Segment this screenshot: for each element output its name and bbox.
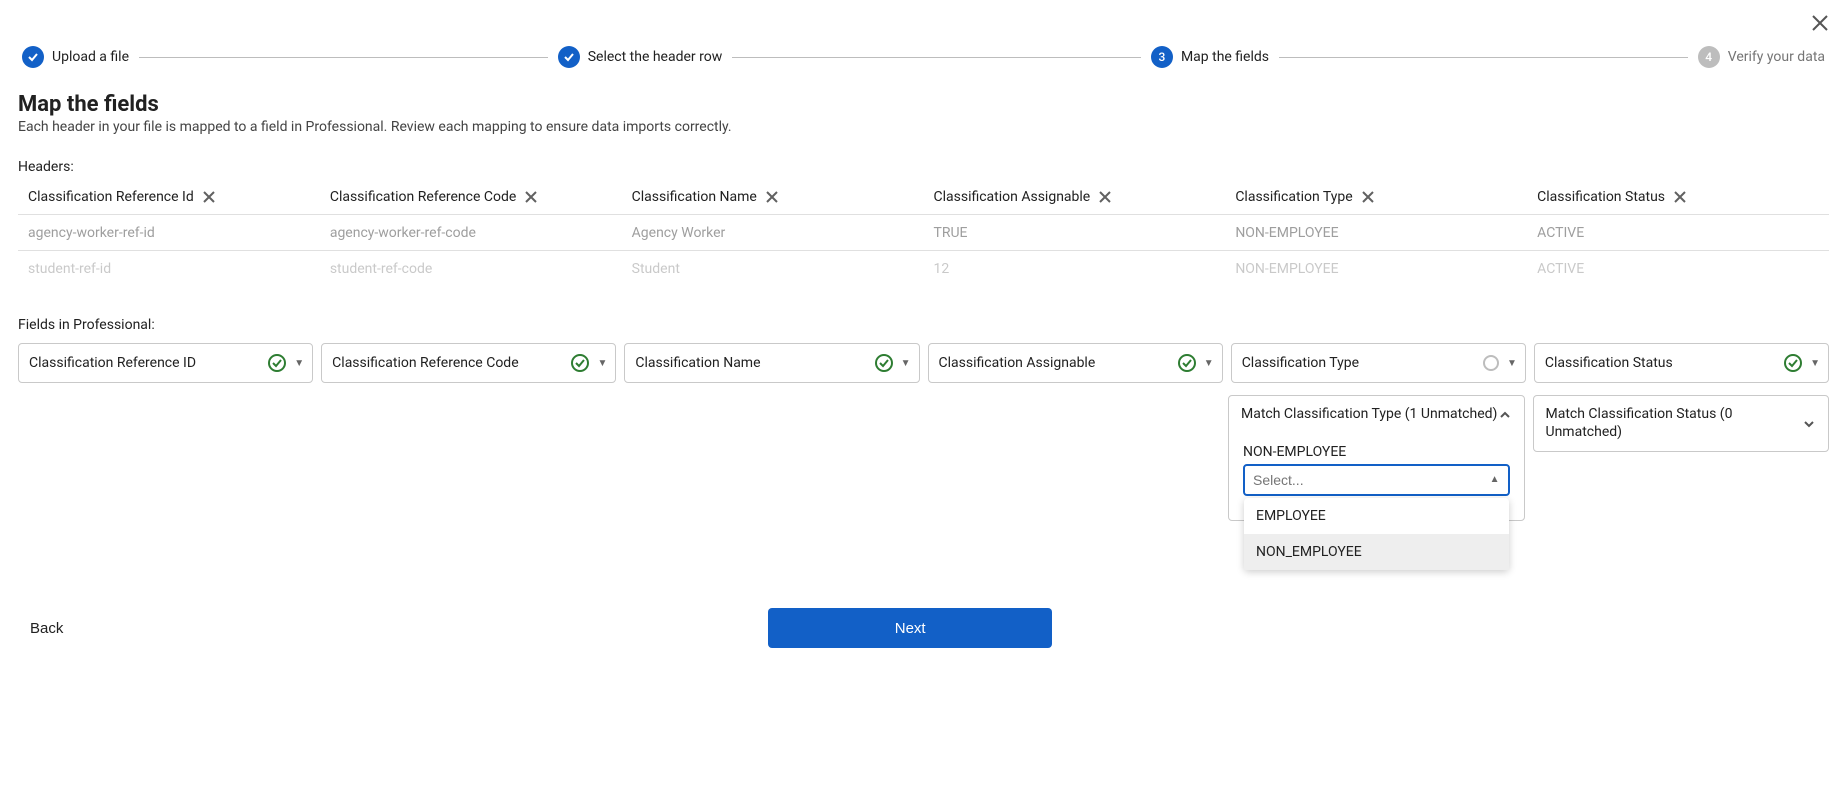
step-number: 4: [1698, 46, 1720, 68]
headers-label: Headers:: [0, 149, 1847, 179]
step-number: 3: [1151, 46, 1173, 68]
chevron-down-icon: [1802, 417, 1816, 431]
field-select-type[interactable]: Classification Type ▼: [1231, 343, 1526, 383]
field-label: Classification Reference Code: [332, 355, 571, 371]
match-status-toggle[interactable]: Match Classification Status (0 Unmatched…: [1534, 396, 1829, 451]
field-select-ref-id[interactable]: Classification Reference ID ▼: [18, 343, 313, 383]
page-heading: Map the fields Each header in your file …: [0, 86, 1847, 149]
cell: student-ref-code: [320, 253, 622, 285]
match-type-header: Match Classification Type (1 Unmatched): [1241, 406, 1498, 424]
field-label: Classification Type: [1242, 355, 1483, 371]
match-status-panel: Match Classification Status (0 Unmatched…: [1533, 395, 1830, 452]
cell: TRUE: [923, 217, 1225, 249]
match-type-body: NON-EMPLOYEE ▲ EMPLOYEE NON_EMPLOYEE: [1229, 434, 1524, 520]
match-status-header: Match Classification Status (0 Unmatched…: [1546, 406, 1803, 441]
chevron-up-icon: [1498, 408, 1512, 422]
step-verify: 4 Verify your data: [1698, 46, 1825, 68]
headers-row-head: Classification Reference Id Classificati…: [18, 179, 1829, 215]
remove-column-icon[interactable]: [765, 190, 779, 204]
back-button[interactable]: Back: [30, 620, 63, 637]
status-ok-icon: [268, 354, 286, 372]
match-type-dropdown: EMPLOYEE NON_EMPLOYEE: [1244, 498, 1509, 570]
col-header: Classification Type: [1225, 181, 1527, 213]
field-label: Classification Assignable: [939, 355, 1178, 371]
chevron-down-icon: ▼: [1810, 358, 1820, 369]
status-pending-icon: [1483, 355, 1499, 371]
step-label: Map the fields: [1181, 49, 1269, 65]
cell: NON-EMPLOYEE: [1225, 253, 1527, 285]
chevron-down-icon: ▼: [597, 358, 607, 369]
match-type-toggle[interactable]: Match Classification Type (1 Unmatched): [1229, 396, 1524, 434]
chevron-down-icon: ▼: [1507, 358, 1517, 369]
headers-table: Classification Reference Id Classificati…: [0, 179, 1847, 287]
cell: agency-worker-ref-code: [320, 217, 622, 249]
match-panels-row: Match Classification Type (1 Unmatched) …: [0, 389, 1847, 527]
step-header-row: Select the header row: [558, 46, 723, 68]
field-select-name[interactable]: Classification Name ▼: [624, 343, 919, 383]
step-label: Select the header row: [588, 49, 723, 65]
cell: ACTIVE: [1527, 217, 1829, 249]
cell: 12: [923, 253, 1225, 285]
cell: ACTIVE: [1527, 253, 1829, 285]
field-select-status[interactable]: Classification Status ▼: [1534, 343, 1829, 383]
status-ok-icon: [1784, 354, 1802, 372]
remove-column-icon[interactable]: [1673, 190, 1687, 204]
col-header: Classification Name: [622, 181, 924, 213]
page-subtitle: Each header in your file is mapped to a …: [18, 119, 1829, 135]
table-row: student-ref-id student-ref-code Student …: [18, 251, 1829, 287]
step-label: Upload a file: [52, 49, 129, 65]
remove-column-icon[interactable]: [1098, 190, 1112, 204]
field-label: Classification Name: [635, 355, 874, 371]
match-type-panel: Match Classification Type (1 Unmatched) …: [1228, 395, 1525, 521]
col-header: Classification Reference Id: [18, 181, 320, 213]
stepper: Upload a file Select the header row 3 Ma…: [0, 0, 1847, 86]
step-label: Verify your data: [1728, 49, 1825, 65]
dropdown-option-employee[interactable]: EMPLOYEE: [1244, 498, 1509, 534]
col-header: Classification Assignable: [923, 181, 1225, 213]
remove-column-icon[interactable]: [1361, 190, 1375, 204]
field-label: Classification Reference ID: [29, 355, 268, 371]
chevron-down-icon: ▼: [1204, 358, 1214, 369]
step-divider: [139, 57, 548, 58]
match-type-select[interactable]: ▲ EMPLOYEE NON_EMPLOYEE: [1243, 464, 1510, 496]
page-title: Map the fields: [18, 92, 1829, 117]
fields-label: Fields in Professional:: [0, 287, 1847, 337]
footer: Back Next: [0, 608, 1847, 648]
check-icon: [22, 46, 44, 68]
chevron-down-icon: ▼: [901, 358, 911, 369]
chevron-down-icon: ▼: [294, 358, 304, 369]
col-header: Classification Status: [1527, 181, 1829, 213]
step-map-fields: 3 Map the fields: [1151, 46, 1269, 68]
cell: NON-EMPLOYEE: [1225, 217, 1527, 249]
remove-column-icon[interactable]: [202, 190, 216, 204]
caret-up-icon: ▲: [1490, 474, 1500, 485]
match-type-input[interactable]: [1253, 472, 1490, 488]
cell: agency-worker-ref-id: [18, 217, 320, 249]
dropdown-option-non-employee[interactable]: NON_EMPLOYEE: [1244, 534, 1509, 570]
cell: Agency Worker: [622, 217, 924, 249]
cell: Student: [622, 253, 924, 285]
step-divider: [1279, 57, 1688, 58]
table-row: agency-worker-ref-id agency-worker-ref-c…: [18, 215, 1829, 251]
remove-column-icon[interactable]: [524, 190, 538, 204]
status-ok-icon: [875, 354, 893, 372]
cell: student-ref-id: [18, 253, 320, 285]
match-value-label: NON-EMPLOYEE: [1243, 444, 1510, 460]
field-select-ref-code[interactable]: Classification Reference Code ▼: [321, 343, 616, 383]
close-button[interactable]: [1811, 14, 1829, 32]
fields-row: Classification Reference ID ▼ Classifica…: [0, 337, 1847, 389]
step-divider: [732, 57, 1141, 58]
check-icon: [558, 46, 580, 68]
next-button[interactable]: Next: [768, 608, 1052, 648]
field-label: Classification Status: [1545, 355, 1784, 371]
status-ok-icon: [571, 354, 589, 372]
status-ok-icon: [1178, 354, 1196, 372]
step-upload: Upload a file: [22, 46, 129, 68]
col-header: Classification Reference Code: [320, 181, 622, 213]
field-select-assignable[interactable]: Classification Assignable ▼: [928, 343, 1223, 383]
